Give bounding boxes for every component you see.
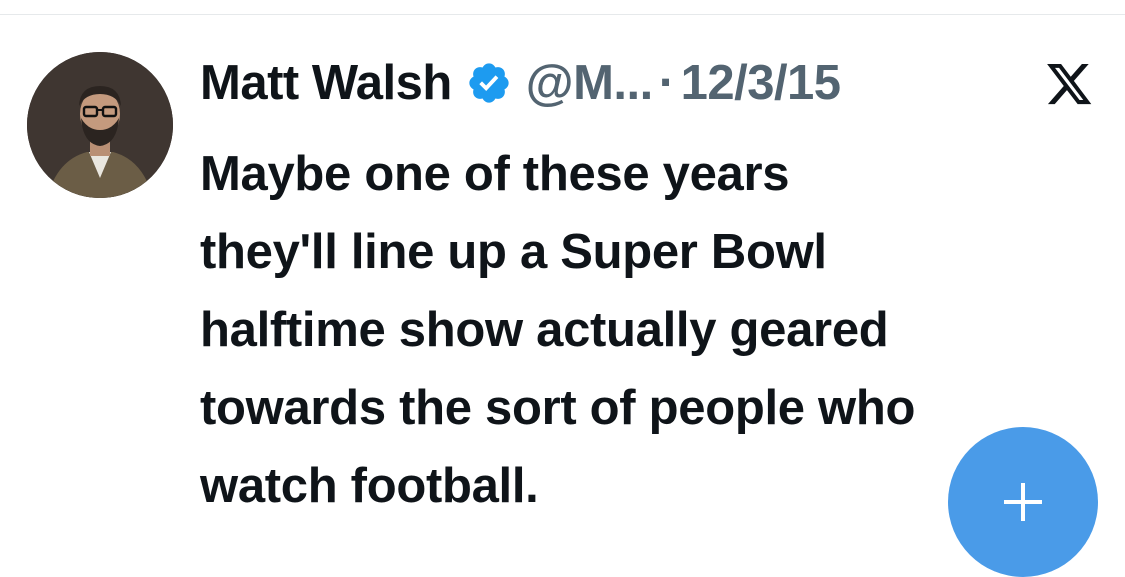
- tweet-text-line: Maybe one of these years: [200, 147, 790, 201]
- separator-dot: ·: [658, 56, 675, 110]
- compose-button[interactable]: [948, 427, 1098, 577]
- x-logo-icon: [1047, 64, 1093, 106]
- tweet-date[interactable]: 12/3/15: [681, 53, 842, 113]
- avatar-image: [27, 52, 173, 198]
- tweet-header: Matt Walsh @M... · 12/3/15: [200, 53, 841, 113]
- tweet-text-line: they'll line up a Super Bowl: [200, 225, 827, 279]
- plus-icon: [1000, 479, 1046, 525]
- tweet-text-line: towards the sort of people who: [200, 381, 916, 435]
- tweet-text-line: halftime show actually geared: [200, 303, 889, 357]
- author-name[interactable]: Matt Walsh: [200, 53, 452, 113]
- avatar[interactable]: [27, 52, 173, 198]
- verified-badge-icon: [466, 60, 512, 106]
- author-handle[interactable]: @M...: [526, 53, 653, 113]
- tweet-card[interactable]: Matt Walsh @M... · 12/3/15 Maybe one of …: [0, 15, 1125, 540]
